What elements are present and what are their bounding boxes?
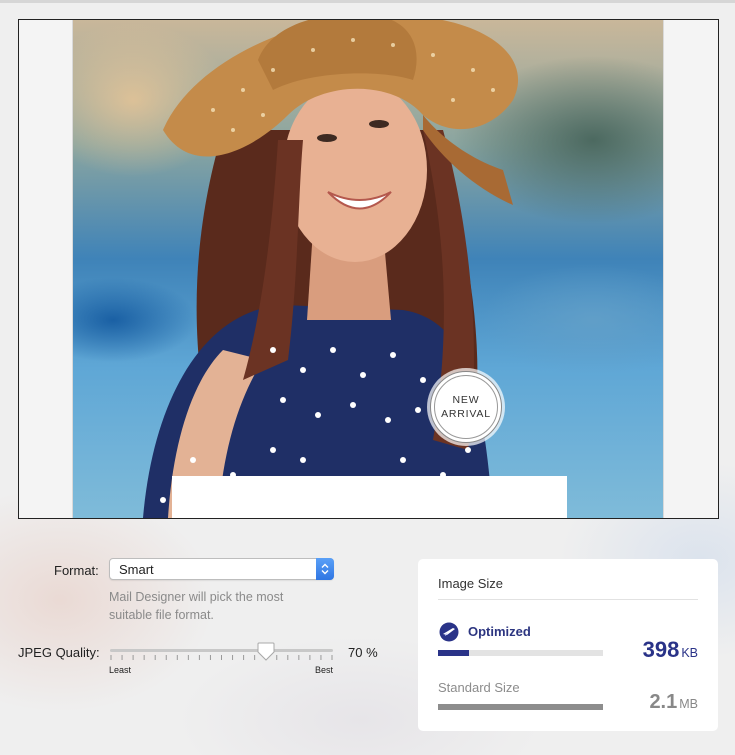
image-preview-frame: NEW ARRIVAL bbox=[18, 19, 719, 519]
slider-min-label: Least bbox=[109, 665, 132, 675]
jpeg-quality-label: JPEG Quality: bbox=[18, 645, 100, 660]
jpeg-quality-value: 70 % bbox=[348, 645, 378, 660]
optimized-size-bar-fill bbox=[438, 650, 470, 656]
badge-line-2: ARRIVAL bbox=[441, 408, 491, 420]
jpeg-quality-slider[interactable]: Least Best bbox=[109, 642, 333, 675]
content-card bbox=[172, 476, 567, 518]
format-label: Format: bbox=[54, 563, 99, 578]
image-size-panel: Image Size Optimized 398 KB Standard Size… bbox=[418, 559, 718, 731]
slider-track bbox=[110, 649, 333, 652]
preview-photo: NEW ARRIVAL bbox=[72, 20, 664, 518]
format-select[interactable]: Smart bbox=[109, 558, 334, 580]
select-arrows-icon bbox=[316, 558, 334, 580]
standard-size-unit: MB bbox=[679, 697, 698, 711]
new-arrival-badge: NEW ARRIVAL bbox=[430, 371, 502, 443]
slider-ticks bbox=[110, 655, 333, 660]
badge-line-1: NEW bbox=[452, 394, 480, 406]
rocket-icon bbox=[439, 622, 459, 642]
standard-size-bar bbox=[438, 704, 603, 710]
optimized-size-number: 398 bbox=[642, 637, 680, 662]
format-help-text: Mail Designer will pick the most suitabl… bbox=[109, 590, 284, 622]
photo-illustration bbox=[143, 20, 518, 518]
optimized-label: Optimized bbox=[468, 624, 531, 639]
standard-size-value: 2.1 MB bbox=[649, 691, 698, 714]
optimized-size-bar bbox=[438, 650, 603, 656]
standard-size-number: 2.1 bbox=[649, 691, 678, 713]
panel-divider bbox=[438, 599, 698, 600]
slider-thumb[interactable] bbox=[256, 642, 276, 662]
format-selected-value: Smart bbox=[119, 562, 154, 577]
toolbar-edge bbox=[0, 0, 735, 3]
standard-size-label: Standard Size bbox=[438, 680, 520, 695]
optimized-size-unit: KB bbox=[681, 646, 698, 660]
slider-max-label: Best bbox=[314, 665, 333, 675]
image-size-title: Image Size bbox=[438, 576, 504, 591]
optimized-size-value: 398 KB bbox=[643, 637, 698, 663]
